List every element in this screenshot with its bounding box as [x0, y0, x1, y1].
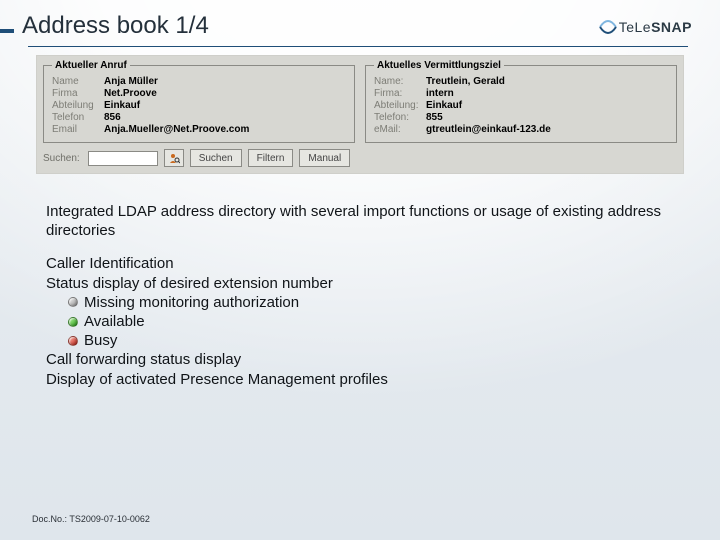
field-value: Net.Proove	[104, 88, 157, 99]
search-input[interactable]	[88, 151, 158, 166]
bullet-line: Display of activated Presence Management…	[46, 370, 674, 389]
logo-text-bold: SNAP	[651, 19, 692, 35]
logo-swoosh-icon	[599, 18, 617, 36]
field-value: intern	[426, 88, 454, 99]
field-label: Telefon:	[374, 112, 426, 123]
slide-body: Integrated LDAP address directory with s…	[46, 202, 674, 389]
slide-header: Address book 1/4 TeLeSNAP	[0, 0, 720, 40]
field-value: Anja.Mueller@Net.Proove.com	[104, 124, 249, 135]
bullet-line: Status display of desired extension numb…	[46, 274, 674, 293]
manual-button[interactable]: Manual	[299, 149, 350, 167]
page-title: Address book 1/4	[22, 12, 599, 40]
field-value: 856	[104, 112, 121, 123]
bullet-line: Caller Identification	[46, 254, 674, 273]
address-book-panel: Aktueller Anruf NameAnja Müller FirmaNet…	[36, 55, 684, 174]
filter-button[interactable]: Filtern	[248, 149, 294, 167]
field-label: eMail:	[374, 124, 426, 135]
field-label: Email	[52, 124, 104, 135]
status-text: Missing monitoring authorization	[84, 293, 299, 312]
field-value: Einkauf	[426, 100, 462, 111]
field-label: Name	[52, 76, 104, 87]
field-value: Treutlein, Gerald	[426, 76, 505, 87]
search-button[interactable]: Suchen	[190, 149, 242, 167]
search-row: Suchen: Suchen Filtern Manual	[43, 149, 677, 167]
current-call-group: Aktueller Anruf NameAnja Müller FirmaNet…	[43, 60, 355, 143]
field-label: Firma	[52, 88, 104, 99]
title-accent-bar	[0, 29, 14, 33]
field-label: Name:	[374, 76, 426, 87]
transfer-target-legend: Aktuelles Vermittlungsziel	[374, 60, 504, 71]
doc-number: Doc.No.: TS2009-07-10-0062	[32, 514, 150, 524]
field-value: Anja Müller	[104, 76, 158, 87]
intro-paragraph: Integrated LDAP address directory with s…	[46, 202, 674, 240]
status-item: Available	[68, 312, 674, 331]
title-rule	[28, 46, 688, 47]
field-value: gtreutlein@einkauf-123.de	[426, 124, 551, 135]
field-value: Einkauf	[104, 100, 140, 111]
search-icon-button[interactable]	[164, 149, 184, 167]
status-led-green-icon	[68, 317, 78, 327]
field-label: Firma:	[374, 88, 426, 99]
current-call-legend: Aktueller Anruf	[52, 60, 130, 71]
status-text: Busy	[84, 331, 117, 350]
field-label: Abteilung	[52, 100, 104, 111]
status-text: Available	[84, 312, 145, 331]
bullet-line: Call forwarding status display	[46, 350, 674, 369]
status-item: Missing monitoring authorization	[68, 293, 674, 312]
status-led-red-icon	[68, 336, 78, 346]
field-value: 855	[426, 112, 443, 123]
field-label: Telefon	[52, 112, 104, 123]
transfer-target-group: Aktuelles Vermittlungsziel Name:Treutlei…	[365, 60, 677, 143]
logo-text-light: TeLe	[619, 19, 651, 35]
search-label: Suchen:	[43, 153, 80, 164]
brand-logo: TeLeSNAP	[599, 18, 692, 36]
person-search-icon	[168, 152, 180, 164]
field-label: Abteilung:	[374, 100, 426, 111]
status-item: Busy	[68, 331, 674, 350]
logo-text: TeLeSNAP	[619, 19, 692, 35]
status-led-grey-icon	[68, 297, 78, 307]
